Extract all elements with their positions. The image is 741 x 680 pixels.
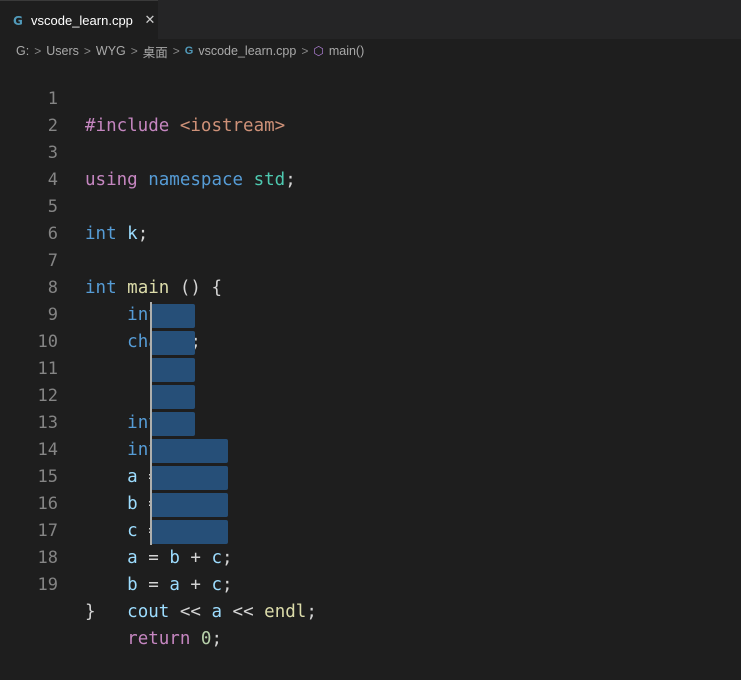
selection-highlight — [151, 493, 228, 517]
selection-highlight — [151, 439, 228, 463]
text-cursor — [150, 518, 152, 545]
code-token: a — [169, 575, 180, 595]
code-line: 7 int main () { — [0, 221, 741, 298]
code-line: 3 using namespace std; — [0, 113, 741, 190]
code-line: 9 char d; — [0, 275, 741, 352]
breadcrumb-users[interactable]: Users — [46, 44, 79, 58]
tab-vscode-learn-cpp[interactable]: G vscode_learn.cpp ✕ — [0, 0, 158, 40]
code-token: endl — [264, 602, 307, 622]
method-cube-icon: ⬡ — [313, 44, 324, 58]
text-cursor — [150, 356, 152, 383]
text-cursor — [150, 410, 152, 437]
cpp-file-icon: G — [184, 45, 194, 57]
code-line: 5 int k; — [0, 167, 741, 244]
breadcrumb-user[interactable]: WYG — [96, 44, 126, 58]
text-cursor — [150, 437, 152, 464]
code-line: 15 a = b + c; — [0, 437, 741, 568]
code-token: } — [85, 602, 96, 622]
code-token: << — [222, 602, 265, 622]
code-line: 4 — [0, 140, 741, 190]
selection-highlight — [151, 331, 195, 355]
code-token: ; — [211, 629, 223, 649]
code-token: + — [179, 575, 212, 595]
chevron-right-icon: > — [130, 44, 138, 58]
text-cursor — [150, 464, 152, 491]
breadcrumb-file[interactable]: vscode_learn.cpp — [198, 44, 296, 58]
code-line: 19 } — [0, 545, 741, 622]
code-line: 6 — [0, 194, 741, 244]
selection-highlight — [151, 385, 195, 409]
code-line: 14 c = 2; — [0, 410, 741, 541]
code-token: return — [127, 629, 191, 649]
chevron-right-icon: > — [172, 44, 180, 58]
code-line: 8 int a; — [0, 248, 741, 325]
chevron-right-icon: > — [83, 44, 91, 58]
breadcrumb-symbol[interactable]: main() — [329, 44, 364, 58]
code-line: 13 b = 1; — [0, 383, 741, 514]
selection-highlight — [151, 520, 228, 544]
line-number: 19 — [37, 575, 58, 595]
code-line: 12 a = 0; — [0, 356, 741, 487]
text-cursor — [150, 302, 152, 329]
code-token: ; — [222, 575, 233, 595]
code-token: b — [127, 575, 138, 595]
code-line: 18 return 0; — [0, 518, 741, 649]
code-token: 0 — [200, 629, 212, 649]
code-token: = — [137, 575, 170, 595]
selection-highlight — [151, 412, 195, 436]
code-line: 10 int b; — [0, 302, 741, 433]
chevron-right-icon: > — [301, 44, 309, 58]
tab-label: vscode_learn.cpp — [31, 13, 133, 28]
code-line: 2 — [0, 86, 741, 136]
chevron-right-icon: > — [34, 44, 42, 58]
selection-highlight — [151, 466, 228, 490]
tab-bar: G vscode_learn.cpp ✕ — [0, 0, 741, 40]
breadcrumb-desktop[interactable]: 桌面 — [143, 42, 168, 61]
code-token: ; — [306, 602, 317, 622]
selection-highlight — [151, 304, 195, 328]
code-line: 16 b = a + c; — [0, 464, 741, 595]
text-cursor — [150, 383, 152, 410]
cpp-file-icon: G — [13, 13, 23, 28]
code-line: 1 #include <iostream> — [0, 59, 741, 136]
breadcrumb-drive[interactable]: G: — [16, 44, 29, 58]
code-line: 11 int c; — [0, 329, 741, 460]
code-token: << — [169, 602, 212, 622]
text-cursor — [150, 491, 152, 518]
code-line: 17 cout << a << endl; — [0, 491, 741, 622]
code-token: a — [211, 602, 223, 622]
code-editor[interactable]: 1 #include <iostream> 2 3 using namespac… — [0, 59, 741, 649]
selection-highlight — [151, 358, 195, 382]
close-icon[interactable]: ✕ — [143, 13, 157, 28]
code-token: cout — [127, 602, 170, 622]
code-token: c — [211, 575, 223, 595]
text-cursor — [150, 329, 152, 356]
